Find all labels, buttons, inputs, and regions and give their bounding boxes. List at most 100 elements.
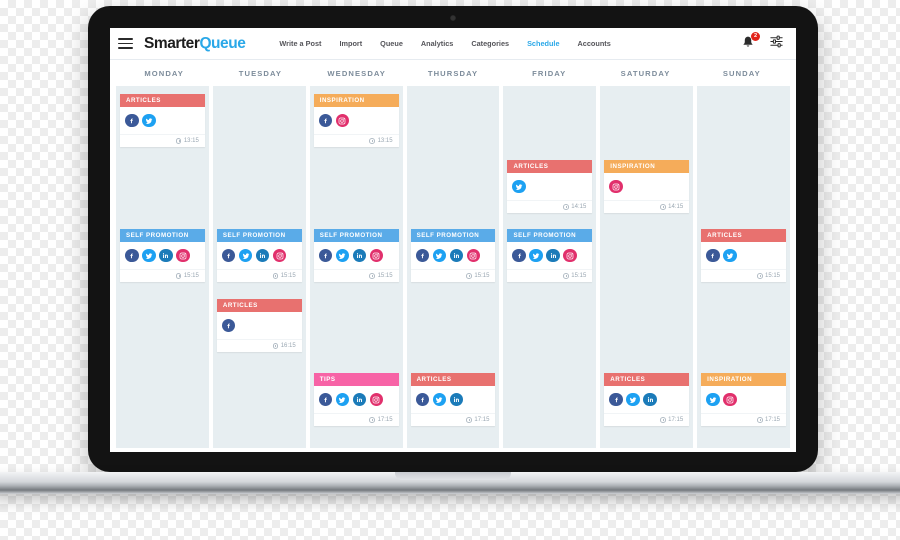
card-time: 16:15	[280, 343, 296, 349]
day-header-thursday: THURSDAY	[427, 68, 479, 78]
facebook-icon[interactable]	[609, 392, 623, 407]
notifications-button[interactable]: 2	[741, 32, 760, 52]
header-actions: 2	[741, 32, 786, 54]
clock-icon	[756, 273, 763, 279]
settings-button[interactable]	[769, 34, 784, 54]
twitter-icon[interactable]	[706, 392, 720, 407]
twitter-icon[interactable]	[432, 248, 447, 263]
day-column-monday[interactable]: ARTICLES 13:15 SELF PROMOTION 15:15	[116, 86, 209, 448]
day-column-sunday[interactable]: ARTICLES 15:15 INSPIRATION 17:15	[697, 86, 791, 448]
facebook-icon[interactable]	[318, 113, 333, 128]
schedule-card[interactable]: TIPS 17:15	[313, 373, 399, 426]
facebook-icon[interactable]	[318, 248, 333, 263]
instagram-icon[interactable]	[369, 248, 384, 263]
linkedin-icon[interactable]	[255, 248, 270, 263]
facebook-icon[interactable]	[415, 248, 430, 263]
schedule-card[interactable]: INSPIRATION 13:15	[313, 94, 399, 147]
hamburger-icon[interactable]	[118, 36, 133, 52]
schedule-card[interactable]: INSPIRATION 14:15	[604, 160, 690, 213]
day-column-saturday[interactable]: INSPIRATION 14:15 ARTICLES 17:15	[600, 86, 694, 448]
twitter-icon[interactable]	[238, 248, 253, 263]
twitter-icon[interactable]	[723, 248, 737, 263]
instagram-icon[interactable]	[466, 248, 481, 263]
day-header-sunday: SUNDAY	[722, 68, 761, 78]
instagram-icon[interactable]	[723, 392, 737, 407]
schedule-card[interactable]: INSPIRATION 17:15	[701, 373, 787, 426]
card-footer: 15:15	[507, 269, 593, 282]
facebook-icon[interactable]	[221, 248, 236, 263]
twitter-icon[interactable]	[512, 179, 526, 194]
twitter-icon[interactable]	[335, 392, 350, 407]
facebook-icon[interactable]	[125, 248, 139, 263]
schedule-card[interactable]: SELF PROMOTION 15:15	[120, 229, 205, 282]
linkedin-icon[interactable]	[643, 392, 657, 407]
nav-item-queue[interactable]: Queue	[380, 39, 403, 48]
facebook-icon[interactable]	[318, 392, 333, 407]
nav-item-analytics[interactable]: Analytics	[421, 39, 453, 48]
twitter-icon[interactable]	[142, 248, 156, 263]
card-category-label: ARTICLES	[604, 373, 690, 386]
card-footer: 15:15	[120, 269, 205, 282]
schedule-card[interactable]: SELF PROMOTION 15:15	[410, 229, 496, 282]
card-category-label: SELF PROMOTION	[313, 229, 399, 242]
day-column-tuesday[interactable]: SELF PROMOTION 15:15 ARTICLES 16:15	[212, 86, 306, 448]
linkedin-icon[interactable]	[449, 248, 464, 263]
card-footer: 13:15	[120, 134, 205, 147]
app-logo[interactable]: SmarterQueue	[144, 35, 246, 53]
day-column-wednesday[interactable]: INSPIRATION 13:15 SELF PROMOTION 15:15 TIPS 1…	[309, 86, 403, 448]
nav-item-schedule[interactable]: Schedule	[527, 39, 559, 48]
card-time: 13:15	[377, 138, 393, 144]
linkedin-icon[interactable]	[546, 248, 560, 263]
facebook-icon[interactable]	[512, 248, 526, 263]
schedule-card[interactable]: ARTICLES 17:15	[604, 373, 690, 426]
card-networks	[120, 107, 205, 134]
instagram-icon[interactable]	[176, 248, 190, 263]
schedule-calendar: MONDAY TUESDAY WEDNESDAY THURSDAY FRIDAY SATU…	[110, 60, 796, 452]
schedule-card[interactable]: SELF PROMOTION 15:15	[507, 229, 593, 282]
twitter-icon[interactable]	[529, 248, 543, 263]
schedule-card[interactable]: ARTICLES 17:15	[410, 373, 496, 426]
card-networks	[604, 386, 689, 413]
twitter-icon[interactable]	[335, 248, 350, 263]
card-time: 14:15	[571, 204, 587, 210]
nav-item-categories[interactable]: Categories	[471, 39, 509, 48]
instagram-icon[interactable]	[335, 113, 350, 128]
schedule-card[interactable]: ARTICLES 15:15	[701, 229, 787, 282]
schedule-card[interactable]: ARTICLES 13:15	[120, 94, 205, 147]
card-category-label: ARTICLES	[410, 373, 496, 386]
twitter-icon[interactable]	[626, 392, 640, 407]
instagram-icon[interactable]	[563, 248, 577, 263]
linkedin-icon[interactable]	[449, 392, 464, 407]
facebook-icon[interactable]	[415, 392, 430, 407]
clock-icon	[175, 138, 182, 144]
schedule-card[interactable]: SELF PROMOTION 15:15	[313, 229, 399, 282]
facebook-icon[interactable]	[706, 248, 720, 263]
clock-icon	[175, 273, 182, 279]
schedule-card[interactable]: ARTICLES 14:15	[507, 160, 593, 213]
facebook-icon[interactable]	[221, 318, 236, 333]
linkedin-icon[interactable]	[159, 248, 173, 263]
day-column-thursday[interactable]: SELF PROMOTION 15:15 ARTICLES 17:15	[406, 86, 500, 448]
linkedin-icon[interactable]	[352, 392, 367, 407]
nav-item-accounts[interactable]: Accounts	[578, 39, 611, 48]
card-time: 17:15	[474, 417, 490, 423]
day-header-friday: FRIDAY	[532, 68, 567, 78]
schedule-card[interactable]: ARTICLES 16:15	[216, 299, 302, 352]
card-networks	[604, 173, 689, 200]
clock-icon	[272, 273, 279, 279]
instagram-icon[interactable]	[369, 392, 384, 407]
main-nav: Write a Post Import Queue Analytics Categori…	[279, 39, 610, 48]
instagram-icon[interactable]	[272, 248, 287, 263]
card-networks	[507, 173, 592, 200]
nav-item-import[interactable]: Import	[339, 39, 362, 48]
twitter-icon[interactable]	[432, 392, 447, 407]
nav-item-write-a-post[interactable]: Write a Post	[279, 39, 321, 48]
facebook-icon[interactable]	[125, 113, 139, 128]
sliders-icon	[770, 35, 783, 47]
twitter-icon[interactable]	[142, 113, 156, 128]
schedule-card[interactable]: SELF PROMOTION 15:15	[216, 229, 302, 282]
day-column-friday[interactable]: ARTICLES 14:15 SELF PROMOTION 15:15	[503, 86, 597, 448]
card-footer: 15:15	[313, 269, 399, 282]
linkedin-icon[interactable]	[352, 248, 367, 263]
instagram-icon[interactable]	[609, 179, 623, 194]
